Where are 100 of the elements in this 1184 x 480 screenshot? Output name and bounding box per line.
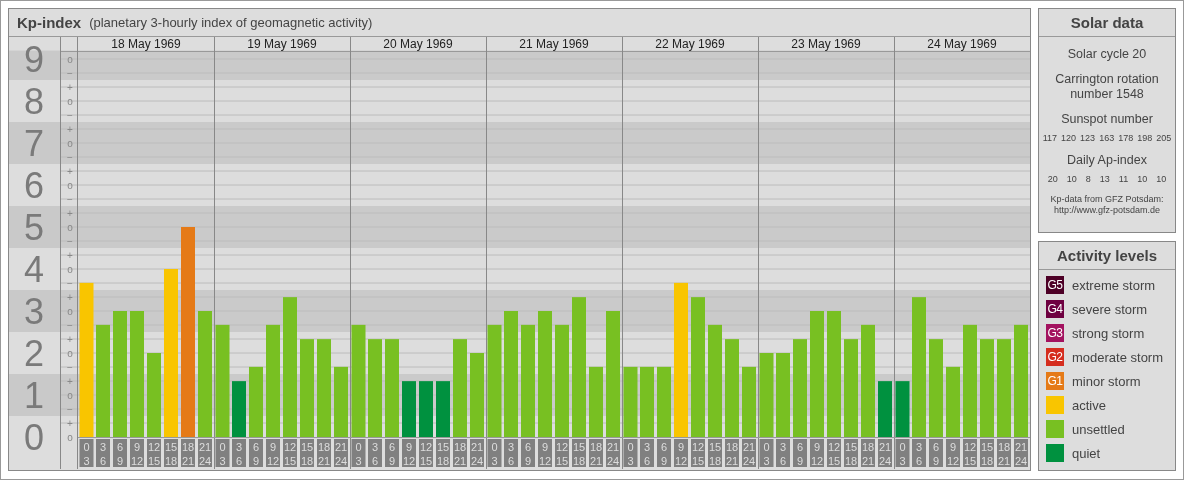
date-label: 23 May 1969 [791, 37, 861, 51]
y-axis-minor-label: − [67, 193, 73, 205]
activity-level-label: quiet [1072, 445, 1101, 461]
time-slot-label: 12 15 [419, 439, 433, 467]
y-axis-minor-label: o [67, 263, 73, 275]
y-axis-minor-label: + [67, 207, 73, 219]
bar [334, 366, 348, 437]
time-slot-label: 18 21 [997, 439, 1011, 467]
y-axis-minor-label: − [67, 151, 73, 163]
ap-index-label: Daily Ap-index [1067, 153, 1147, 168]
time-slot-label: 15 18 [164, 439, 178, 467]
activity-level-label: minor storm [1072, 373, 1141, 389]
ap-index-value: 13 [1099, 174, 1110, 184]
time-slot-label: 9 12 [538, 439, 552, 467]
sunspot-value: 120 [1061, 133, 1077, 143]
panel-title: Activity levels [1039, 242, 1175, 270]
ap-index-value: 10 [1137, 174, 1148, 184]
time-slot-label: 12 15 [827, 439, 841, 467]
time-slot-label: 6 9 [385, 439, 399, 467]
y-axis-label: 2 [24, 333, 44, 374]
bar [742, 366, 756, 437]
time-slot-label: 15 18 [572, 439, 586, 467]
activity-level-label: active [1072, 397, 1106, 413]
time-slot-label: 21 24 [878, 439, 892, 467]
time-slot-label: 6 9 [793, 439, 807, 467]
y-axis-minor-label: o [67, 347, 73, 359]
sunspot-value: 178 [1118, 133, 1134, 143]
y-axis-minor-label: o [67, 95, 73, 107]
time-slot-label: 3 6 [912, 439, 926, 467]
y-axis-minor-label: o [67, 137, 73, 149]
sunspot-value: 123 [1080, 133, 1096, 143]
y-axis-minor-label: − [67, 403, 73, 415]
time-slot-label: 3 6 [776, 439, 790, 467]
carrington-rotation-text: Carrington rotation number 1548 [1054, 72, 1160, 102]
solar-cycle-text: Solar cycle 20 [1067, 47, 1147, 62]
ap-index-value: 11 [1118, 174, 1129, 184]
time-slot-label: 0 3 [79, 439, 94, 467]
x-tick-label: 0 3 [355, 441, 362, 467]
time-slot-label: 18 21 [725, 439, 739, 467]
y-axis-minor-label: o [67, 389, 73, 401]
time-slot-label: 18 21 [317, 439, 331, 467]
y-axis-minor-label: + [67, 123, 73, 135]
y-axis-minor-label: o [67, 179, 73, 191]
y-axis-minor-label: + [67, 165, 73, 177]
x-tick-label: 0 3 [763, 441, 770, 467]
storm-scale-badge: G5 [1046, 276, 1064, 294]
date-label: 18 May 1969 [111, 37, 181, 51]
ap-index-value: 10 [1156, 174, 1167, 184]
time-slot-label: 15 18 [844, 439, 858, 467]
date-label: 24 May 1969 [927, 37, 997, 51]
sunspot-number-label: Sunspot number [1061, 112, 1153, 127]
y-axis-minor-label: o [67, 431, 73, 443]
activity-level-label: strong storm [1072, 325, 1145, 341]
x-tick-label: 0 3 [83, 441, 90, 467]
time-slot-label: 9 12 [810, 439, 824, 467]
time-slot-label: 0 3 [351, 439, 366, 467]
bar [436, 381, 450, 437]
time-slot-label: 21 24 [198, 439, 212, 467]
time-slot-label: 9 12 [674, 439, 688, 467]
time-slot-label: 0 3 [623, 439, 638, 467]
time-slot-label: 9 12 [130, 439, 144, 467]
panel-title: Solar data [1039, 9, 1175, 37]
x-tick-label: 0 3 [491, 441, 498, 467]
bar [657, 366, 671, 437]
date-label: 19 May 1969 [247, 37, 317, 51]
y-axis-minor-label: − [67, 277, 73, 289]
y-axis-label: 1 [24, 375, 44, 416]
time-slot-label: 9 12 [266, 439, 280, 467]
time-slot-label: 21 24 [470, 439, 484, 467]
time-slot-label: 18 21 [589, 439, 603, 467]
time-slot-label: 6 9 [521, 439, 535, 467]
date-label: 21 May 1969 [519, 37, 589, 51]
y-axis-label: 0 [24, 417, 44, 458]
time-slot-label: 12 15 [963, 439, 977, 467]
time-slot-label: 3 6 [640, 439, 654, 467]
y-axis-minor-label: − [67, 235, 73, 247]
time-slot-label: 21 24 [1014, 439, 1028, 467]
bar [946, 366, 960, 437]
sunspot-value: 205 [1156, 133, 1172, 143]
y-axis-minor-label: − [67, 67, 73, 79]
time-slot-label: 6 9 [113, 439, 127, 467]
y-axis-minor-label: o [67, 53, 73, 65]
bar [640, 366, 654, 437]
ap-index-value: 10 [1066, 174, 1077, 184]
storm-scale-badge: G3 [1046, 324, 1064, 342]
time-slot-label: 15 18 [980, 439, 994, 467]
y-axis-label: 3 [24, 291, 44, 332]
time-slot-label: 21 24 [606, 439, 620, 467]
y-axis-minor-label: + [67, 81, 73, 93]
storm-scale-badge: G4 [1046, 300, 1064, 318]
y-axis-label: 4 [24, 249, 44, 290]
chart-subtitle: (planetary 3-hourly index of geomagnetic activity) [89, 15, 373, 30]
credit-text: http://www.gfz-potsdam.de [1052, 205, 1161, 216]
x-tick-label: 0 3 [627, 441, 634, 467]
activity-level-label: unsettled [1072, 421, 1125, 437]
y-axis-label: 7 [24, 123, 44, 164]
time-slot-label: 21 24 [334, 439, 348, 467]
time-slot-label: 12 15 [283, 439, 297, 467]
y-axis-label: 5 [24, 207, 44, 248]
y-axis-label: 8 [24, 81, 44, 122]
